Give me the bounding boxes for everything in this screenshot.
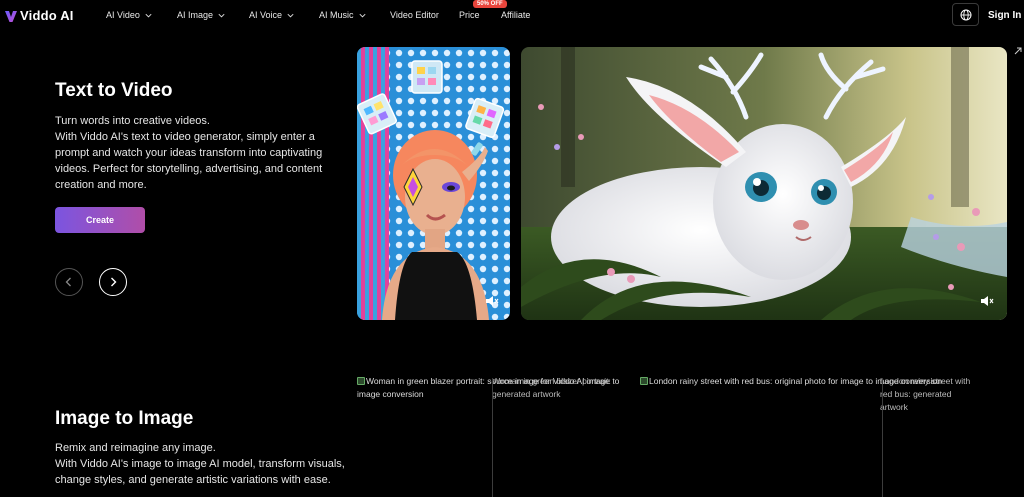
globe-icon bbox=[960, 9, 971, 20]
nav-item-ai-video[interactable]: AI Video bbox=[106, 10, 153, 20]
logo-icon bbox=[5, 10, 17, 22]
section-title-image-to-image: Image to Image bbox=[55, 408, 194, 429]
chevron-down-icon bbox=[218, 13, 225, 17]
broken-image-generated-london: London rainy street with red bus: genera… bbox=[880, 376, 971, 412]
carousel-next-button[interactable] bbox=[99, 268, 127, 296]
broken-image-generated-portrait: Woman in green blazer portrait: generate… bbox=[492, 376, 611, 399]
expand-icon[interactable] bbox=[1014, 47, 1022, 55]
chevron-left-icon bbox=[65, 277, 71, 287]
section-title: Text to Video bbox=[55, 80, 173, 101]
nav-item-ai-voice[interactable]: AI Voice bbox=[249, 10, 295, 20]
brand-name: Viddo AI bbox=[20, 8, 74, 23]
chevron-down-icon bbox=[145, 13, 152, 17]
section-description: Turn words into creative videos. With Vi… bbox=[55, 115, 323, 191]
nav-item-ai-music[interactable]: AI Music bbox=[319, 10, 367, 20]
fawn-video-thumbnail bbox=[521, 47, 1007, 320]
nav-item-ai-image[interactable]: AI Image bbox=[177, 10, 226, 20]
image-divider[interactable] bbox=[492, 378, 493, 497]
language-button[interactable] bbox=[952, 3, 979, 26]
broken-image-icon bbox=[357, 377, 365, 385]
broken-image-icon bbox=[640, 377, 648, 385]
logo[interactable]: Viddo AI bbox=[4, 8, 74, 23]
video-sample-fawn[interactable] bbox=[521, 47, 1007, 320]
mute-icon[interactable] bbox=[980, 295, 994, 307]
video-sample-makeup[interactable] bbox=[357, 47, 510, 320]
nav-item-video-editor[interactable]: Video Editor bbox=[390, 10, 439, 20]
discount-badge: 50% OFF bbox=[473, 0, 507, 8]
chevron-down-icon bbox=[287, 13, 294, 17]
chevron-down-icon bbox=[358, 13, 366, 17]
makeup-video-thumbnail bbox=[357, 47, 510, 320]
top-navigation: Viddo AI AI Video AI Image AI Voice AI M… bbox=[0, 0, 1024, 30]
carousel-prev-button[interactable] bbox=[55, 268, 83, 296]
nav-item-price[interactable]: Price bbox=[459, 10, 480, 20]
mute-icon[interactable] bbox=[485, 295, 499, 307]
section-description-image-to-image: Remix and reimagine any image. With Vidd… bbox=[55, 442, 345, 486]
sign-in-button[interactable]: Sign In bbox=[988, 10, 1021, 21]
chevron-right-icon bbox=[111, 277, 117, 287]
nav-item-affiliate[interactable]: Affiliate bbox=[501, 10, 530, 20]
image-divider[interactable] bbox=[882, 378, 883, 497]
create-button[interactable]: Create bbox=[55, 207, 145, 233]
